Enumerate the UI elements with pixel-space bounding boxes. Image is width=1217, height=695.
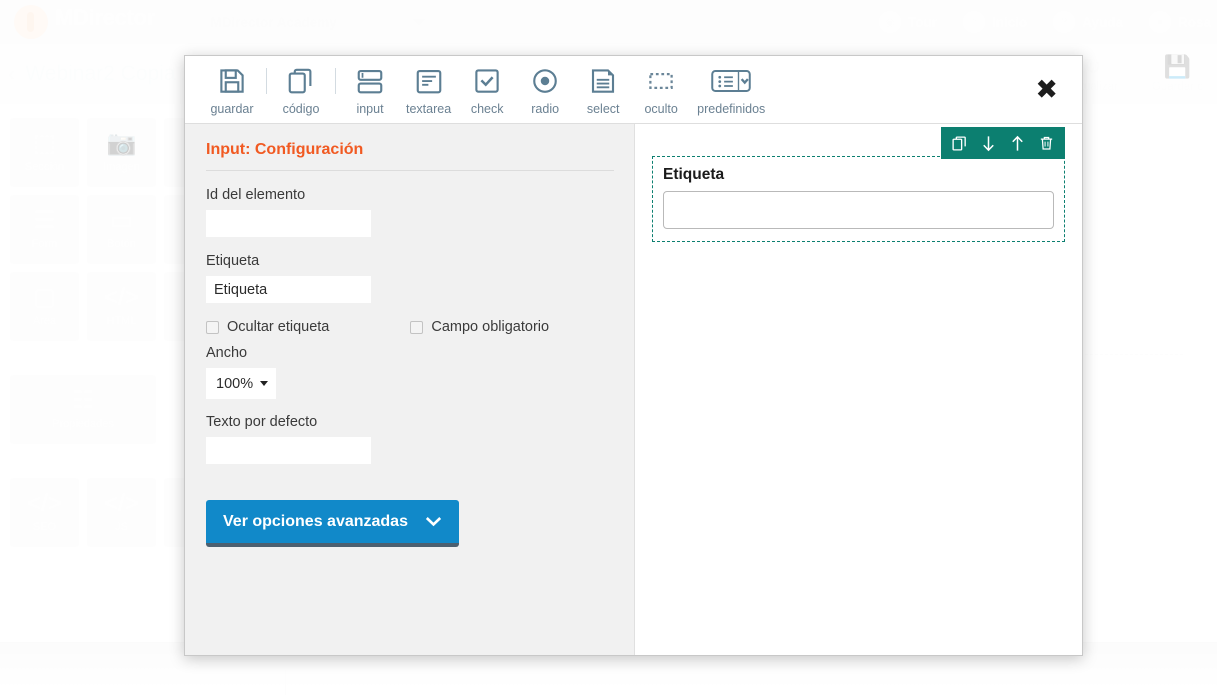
default-text-input[interactable] — [206, 437, 371, 464]
config-pane: Input: Configuración Id del elemento Eti… — [185, 124, 635, 655]
checkbox-icon — [472, 64, 502, 98]
close-icon[interactable]: ✖ — [1035, 76, 1058, 103]
toolbar-label: oculto — [644, 101, 678, 116]
preview-widget-field[interactable] — [663, 191, 1054, 229]
toolbar-oculto[interactable]: oculto — [632, 64, 690, 116]
required-checkbox-cell[interactable]: Campo obligatorio — [410, 319, 549, 335]
form-editor-modal: guardar código input textarea check radi… — [184, 55, 1083, 656]
modal-toolbar-header: guardar código input textarea check radi… — [185, 56, 1082, 124]
ancho-field-label: Ancho — [206, 345, 248, 361]
hide-label-checkbox[interactable] — [206, 320, 219, 334]
required-checkbox-label: Campo obligatorio — [431, 319, 550, 335]
etiqueta-input[interactable] — [206, 276, 371, 303]
toolbar-label: input — [356, 101, 384, 116]
input-field-icon — [355, 64, 385, 98]
checkbox-row: Ocultar etiqueta Campo obligatorio — [206, 319, 614, 335]
etiqueta-field-label: Etiqueta — [206, 253, 260, 269]
arrow-down-icon[interactable] — [974, 127, 1003, 159]
chevron-down-icon — [425, 515, 442, 530]
arrow-up-icon[interactable] — [1003, 127, 1032, 159]
advanced-options-label: Ver opciones avanzadas — [223, 513, 408, 530]
widget-action-toolbar — [941, 127, 1065, 159]
id-field-label: Id del elemento — [206, 187, 306, 203]
toolbar-select[interactable]: select — [574, 64, 632, 116]
select-dropdown-icon — [588, 64, 618, 98]
toolbar-label: predefinidos — [697, 101, 766, 116]
toolbar-separator — [335, 67, 336, 94]
preview-input-widget[interactable]: Etiqueta — [652, 156, 1065, 242]
default-text-field-label: Texto por defecto — [206, 414, 318, 430]
chevron-down-icon — [260, 381, 268, 386]
predefined-list-icon — [709, 64, 753, 98]
hidden-field-icon — [646, 64, 676, 98]
toolbar-guardar[interactable]: guardar — [203, 64, 261, 116]
ancho-select[interactable]: 100% — [206, 368, 276, 399]
modal-toolbar: guardar código input textarea check radi… — [185, 64, 772, 116]
advanced-options-button[interactable]: Ver opciones avanzadas — [206, 500, 459, 547]
toolbar-label: select — [586, 101, 620, 116]
save-floppy-icon — [217, 64, 247, 98]
hide-label-checkbox-label: Ocultar etiqueta — [227, 319, 330, 335]
config-title: Input: Configuración — [206, 141, 614, 171]
code-copy-icon — [286, 64, 316, 98]
toolbar-check[interactable]: check — [458, 64, 516, 116]
radio-button-icon — [530, 64, 560, 98]
preview-widget-label: Etiqueta — [663, 166, 725, 183]
id-input[interactable] — [206, 210, 371, 237]
toolbar-label: guardar — [210, 101, 254, 116]
hide-label-checkbox-cell[interactable]: Ocultar etiqueta — [206, 319, 329, 335]
ancho-select-value: 100% — [216, 375, 254, 392]
toolbar-label: radio — [531, 101, 560, 116]
toolbar-label: textarea — [406, 101, 452, 116]
toolbar-radio[interactable]: radio — [516, 64, 574, 116]
duplicate-icon[interactable] — [945, 127, 974, 159]
modal-body: Input: Configuración Id del elemento Eti… — [185, 124, 1082, 655]
preview-pane: Etiqueta — [635, 124, 1082, 655]
toolbar-codigo[interactable]: código — [272, 64, 330, 116]
textarea-icon — [414, 64, 444, 98]
toolbar-label: check — [470, 101, 504, 116]
toolbar-predefinidos[interactable]: predefinidos — [690, 64, 772, 116]
toolbar-separator — [266, 67, 267, 94]
required-checkbox[interactable] — [410, 320, 424, 334]
toolbar-label: código — [282, 101, 320, 116]
trash-icon[interactable] — [1032, 127, 1061, 159]
toolbar-input[interactable]: input — [341, 64, 399, 116]
toolbar-textarea[interactable]: textarea — [399, 64, 458, 116]
